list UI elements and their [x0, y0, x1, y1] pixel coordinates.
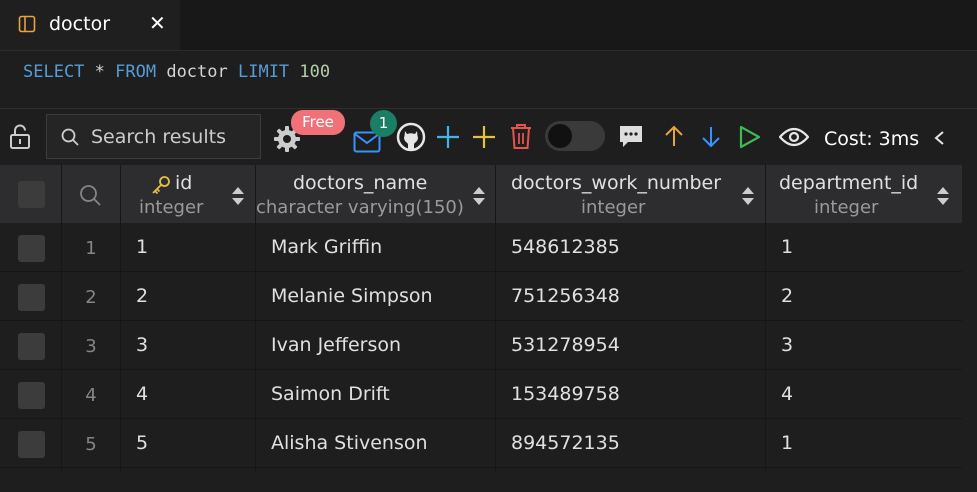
table-row[interactable]: 5 5 Alisha Stivenson 894572135 1: [0, 419, 962, 468]
column-name: doctors_name: [293, 172, 428, 194]
vertical-scrollbar[interactable]: [962, 165, 977, 472]
cell-department-id[interactable]: 2: [781, 285, 793, 307]
sql-keyword-from: FROM: [115, 62, 157, 82]
add-icon[interactable]: [472, 125, 496, 149]
cell-department-id[interactable]: 1: [781, 432, 793, 454]
cell-id[interactable]: 5: [136, 432, 148, 454]
cell-doctors-name[interactable]: Melanie Simpson: [271, 285, 433, 307]
sql-limit-value: 100: [289, 62, 331, 82]
column-name: id: [175, 172, 193, 194]
cell-doctors-name[interactable]: Ivan Jefferson: [271, 334, 401, 356]
cell-doctors-name[interactable]: Mark Griffin: [271, 236, 382, 258]
search-box[interactable]: [46, 114, 261, 159]
row-number: 3: [85, 336, 97, 357]
column-type: character varying(150): [256, 197, 464, 218]
cell-department-id[interactable]: 4: [781, 383, 793, 405]
tab-label: doctor: [49, 13, 111, 35]
search-input[interactable]: [91, 125, 251, 149]
row-number: 2: [85, 287, 97, 308]
column-type: integer: [581, 197, 646, 218]
cell-id[interactable]: 4: [136, 383, 148, 405]
sql-table-name: doctor: [156, 62, 238, 82]
column-divider: [120, 165, 121, 472]
table-row[interactable]: 1 1 Mark Griffin 548612385 1: [0, 223, 962, 272]
row-checkbox[interactable]: [18, 235, 45, 262]
cell-department-id[interactable]: 1: [781, 236, 793, 258]
sort-icon[interactable]: [741, 185, 755, 207]
table-row[interactable]: 2 2 Melanie Simpson 751256348 2: [0, 272, 962, 321]
row-number: 5: [85, 434, 97, 455]
row-checkbox[interactable]: [18, 333, 45, 360]
select-all-checkbox[interactable]: [18, 181, 45, 208]
arrow-up-icon[interactable]: [664, 125, 684, 147]
column-divider: [255, 165, 256, 472]
trash-icon[interactable]: [509, 123, 533, 150]
grid-footer: [0, 472, 977, 492]
cell-doctors-work-number[interactable]: 153489758: [511, 383, 620, 405]
row-checkbox[interactable]: [18, 382, 45, 409]
add-row-icon[interactable]: [436, 125, 460, 149]
cell-doctors-name[interactable]: Alisha Stivenson: [271, 432, 428, 454]
row-checkbox[interactable]: [18, 284, 45, 311]
sql-keyword-limit: LIMIT: [237, 62, 290, 82]
arrow-down-icon[interactable]: [701, 126, 721, 148]
github-icon[interactable]: [396, 122, 426, 152]
sql-star: *: [84, 62, 116, 82]
column-divider: [765, 165, 766, 472]
column-name: doctors_work_number: [511, 172, 722, 194]
table-row[interactable]: 3 3 Ivan Jefferson 531278954 3: [0, 321, 962, 370]
row-checkbox[interactable]: [18, 431, 45, 458]
cell-id[interactable]: 1: [136, 236, 148, 258]
toggle-switch[interactable]: [545, 121, 605, 151]
cell-doctors-work-number[interactable]: 531278954: [511, 334, 620, 356]
chevron-left-icon[interactable]: [933, 130, 945, 146]
search-icon[interactable]: [79, 184, 101, 206]
sort-icon[interactable]: [231, 185, 245, 207]
cell-doctors-work-number[interactable]: 751256348: [511, 285, 620, 307]
column-type: integer: [814, 197, 879, 218]
sort-icon[interactable]: [936, 185, 950, 207]
close-icon[interactable]: ✕: [149, 12, 166, 34]
eye-icon[interactable]: [779, 127, 809, 147]
grid-header: id integer doctors_name character varyin…: [0, 165, 962, 223]
table-row[interactable]: 4 4 Saimon Drift 153489758 4: [0, 370, 962, 419]
column-divider: [61, 165, 62, 472]
key-icon: [152, 176, 170, 195]
toggle-knob: [548, 124, 572, 148]
sql-query[interactable]: SELECT * FROM doctor LIMIT 100: [23, 62, 330, 82]
sort-icon[interactable]: [472, 185, 486, 207]
cell-doctors-work-number[interactable]: 894572135: [511, 432, 620, 454]
column-divider: [495, 165, 496, 472]
cell-doctors-name[interactable]: Saimon Drift: [271, 383, 390, 405]
results-grid: id integer doctors_name character varyin…: [0, 165, 962, 472]
sql-keyword-select: SELECT: [23, 62, 85, 82]
sql-editor[interactable]: SELECT * FROM doctor LIMIT 100: [0, 51, 977, 109]
tab-strip: doctor ✕: [0, 0, 977, 51]
cell-doctors-work-number[interactable]: 548612385: [511, 236, 620, 258]
column-name: department_id: [779, 172, 919, 194]
free-badge[interactable]: Free: [291, 110, 345, 135]
row-number: 1: [85, 238, 97, 259]
query-cost: Cost: 3ms: [824, 128, 920, 150]
notification-count-badge: 1: [370, 110, 397, 137]
unlock-icon[interactable]: [9, 124, 31, 150]
cell-department-id[interactable]: 3: [781, 334, 793, 356]
column-type: integer: [139, 197, 204, 218]
comment-icon[interactable]: [619, 125, 643, 149]
row-number: 4: [85, 385, 97, 406]
cell-id[interactable]: 3: [136, 334, 148, 356]
tab-doctor[interactable]: doctor ✕: [0, 0, 180, 50]
run-icon[interactable]: [739, 125, 761, 149]
cell-id[interactable]: 2: [136, 285, 148, 307]
results-toolbar: Free 1: [0, 109, 977, 165]
search-icon: [61, 128, 79, 146]
file-table-icon: [18, 15, 36, 33]
